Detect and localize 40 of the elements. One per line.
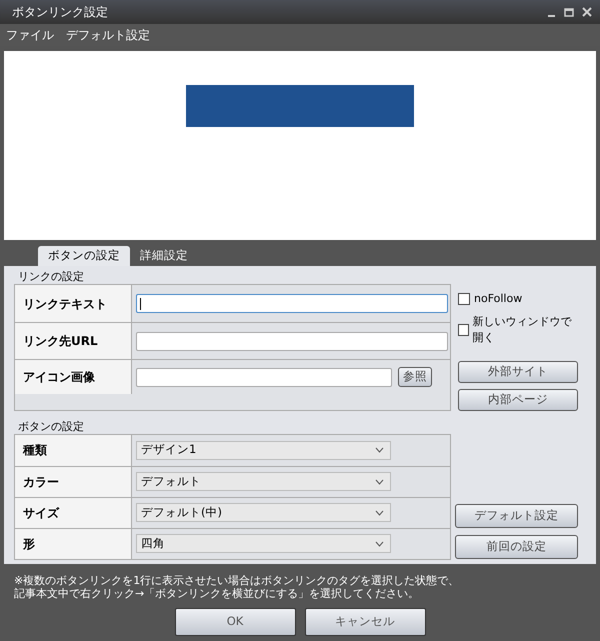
note-text: 記事本文中で右クリック→「ボタンリンクを横並びにする」を選択してください。: [14, 587, 420, 600]
group-title: ボタンの設定: [17, 420, 85, 434]
caret-icon: [375, 510, 384, 516]
window-title: ボタンリンク設定: [12, 4, 108, 21]
group-title: リンクの設定: [17, 270, 85, 284]
field-label: リンク先URL: [15, 323, 132, 359]
browse-button[interactable]: 参照: [398, 367, 432, 387]
field-label: 形: [15, 528, 132, 558]
note-text: ※複数のボタンリンクを1行に表示させたい場合はボタンリンクのタグを選択した状態で、: [14, 574, 460, 587]
checkbox-label: noFollow: [474, 291, 522, 307]
caret-icon: [375, 540, 384, 546]
input-field[interactable]: [136, 368, 392, 386]
side-button[interactable]: デフォルト設定: [455, 504, 578, 528]
side-button[interactable]: 外部サイト: [458, 360, 578, 382]
select-field[interactable]: デザイン1: [136, 440, 391, 460]
select-field[interactable]: 四角: [136, 534, 391, 553]
checkbox-label: 新しいウィンドウで開く: [472, 314, 573, 346]
checkbox[interactable]: [458, 293, 470, 306]
select-field[interactable]: デフォルト(中): [136, 503, 391, 522]
side-button[interactable]: 前回の設定: [455, 534, 578, 558]
cancel-button[interactable]: キャンセル: [304, 608, 426, 636]
select-field[interactable]: デフォルト: [136, 472, 391, 491]
field-label: サイズ: [15, 498, 132, 528]
caret-icon: [375, 478, 384, 484]
input-field[interactable]: [136, 332, 448, 350]
ok-button[interactable]: OK: [174, 608, 296, 636]
caret-icon: [375, 447, 384, 453]
input-field[interactable]: [136, 294, 448, 313]
menu-item[interactable]: ファイル: [6, 26, 54, 44]
field-label: リンクテキスト: [15, 285, 132, 322]
field-label: アイコン画像: [15, 360, 132, 394]
tab[interactable]: 詳細設定: [130, 246, 198, 266]
close-icon[interactable]: [582, 7, 592, 17]
field-label: カラー: [15, 466, 132, 496]
maximize-icon[interactable]: [564, 8, 574, 16]
side-button[interactable]: 内部ページ: [458, 388, 578, 410]
tab[interactable]: ボタンの設定: [38, 246, 130, 266]
field-label: 種類: [15, 434, 132, 466]
checkbox[interactable]: [458, 324, 469, 336]
menu-item[interactable]: デフォルト設定: [66, 26, 150, 44]
